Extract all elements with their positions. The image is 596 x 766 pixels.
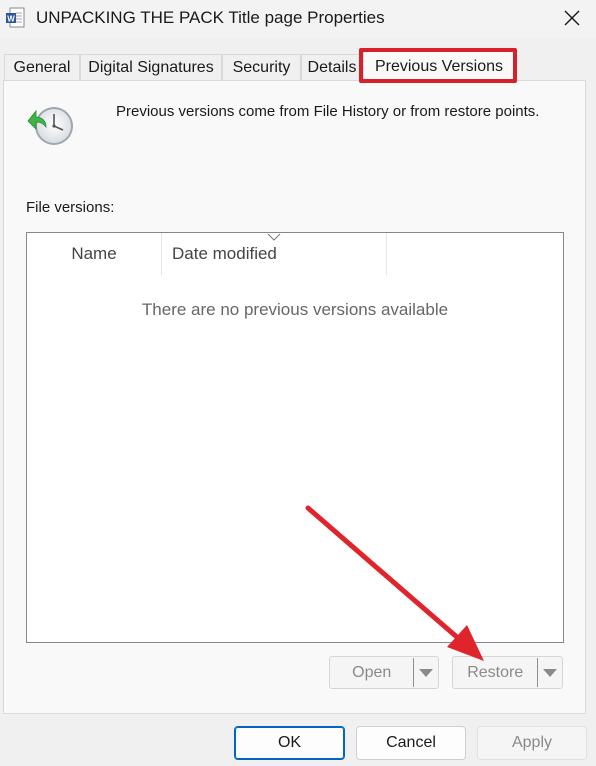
svg-text:W: W (7, 15, 15, 24)
file-versions-list[interactable]: Name Date modified There are no previous… (26, 232, 564, 643)
sort-caret-icon (267, 233, 281, 241)
word-document-icon: W (6, 7, 25, 28)
tab-details[interactable]: Details (301, 54, 363, 81)
tab-previous-versions[interactable]: Previous Versions (363, 51, 515, 81)
tab-digital-signatures[interactable]: Digital Signatures (80, 54, 222, 81)
ok-button[interactable]: OK (234, 726, 345, 760)
tab-security[interactable]: Security (222, 54, 301, 81)
open-split-button[interactable]: Open (329, 656, 439, 689)
title-bar: W UNPACKING THE PACK Title page Properti… (0, 0, 596, 38)
open-button[interactable]: Open (330, 657, 413, 688)
window-title: UNPACKING THE PACK Title page Properties (36, 8, 385, 27)
column-header-name[interactable]: Name (27, 233, 162, 275)
chevron-down-icon (419, 668, 434, 677)
tab-general[interactable]: General (4, 54, 80, 81)
file-versions-label: File versions: (26, 199, 115, 216)
open-dropdown-button[interactable] (414, 657, 438, 688)
close-icon (564, 10, 580, 26)
description-text: Previous versions come from File History… (116, 103, 540, 120)
cancel-button[interactable]: Cancel (356, 726, 466, 760)
apply-button[interactable]: Apply (477, 726, 587, 760)
restore-dropdown-button[interactable] (538, 657, 562, 688)
chevron-down-icon (543, 668, 558, 677)
close-button[interactable] (556, 4, 588, 32)
empty-message: There are no previous versions available (141, 300, 449, 319)
restore-button[interactable]: Restore (453, 657, 537, 688)
clock-restore-icon (27, 107, 73, 145)
restore-split-button[interactable]: Restore (452, 656, 563, 689)
